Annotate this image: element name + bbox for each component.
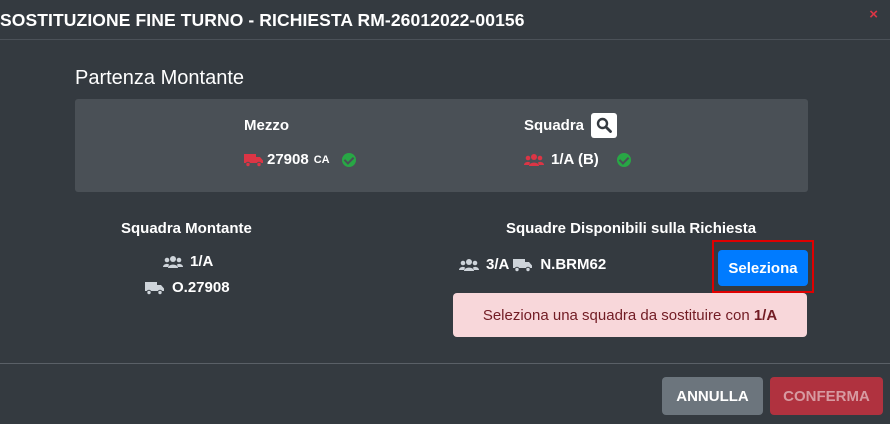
squadra-label: Squadra <box>524 117 585 134</box>
truck-icon <box>244 153 264 167</box>
search-button[interactable] <box>591 113 617 138</box>
selection-alert: Seleziona una squadra da sostituire con … <box>453 293 807 337</box>
close-icon[interactable]: × <box>869 6 878 23</box>
mezzo-label: Mezzo <box>244 117 289 134</box>
truck-icon <box>145 281 165 295</box>
section-title: Partenza Montante <box>75 67 244 89</box>
footer-divider <box>0 363 890 364</box>
mezzo-code: 27908 <box>267 151 309 168</box>
users-icon <box>459 258 479 272</box>
users-icon <box>163 255 183 269</box>
modal-header: SOSTITUZIONE FINE TURNO - RICHIESTA RM-2… <box>0 0 890 40</box>
montante-title: Squadra Montante <box>121 220 252 237</box>
partenza-info-panel: Mezzo 27908 CA Squadra 1/A (B) <box>75 99 808 192</box>
montante-squadra-row: 1/A <box>163 253 213 270</box>
montante-squadra: 1/A <box>190 253 214 270</box>
check-circle-icon <box>616 152 631 167</box>
montante-mezzo-row: O.27908 <box>145 279 230 296</box>
check-circle-icon <box>341 152 356 167</box>
alert-bold-squadra: 1/A <box>753 306 778 324</box>
mezzo-suffix: CA <box>313 153 330 166</box>
squadra-value-row: 1/A (B) <box>524 151 631 168</box>
cancel-button[interactable]: ANNULLA <box>662 377 763 415</box>
search-icon <box>596 117 612 133</box>
disponibili-mezzo: N.BRM62 <box>540 256 607 273</box>
disponibili-squadra: 3/A <box>486 256 510 273</box>
squadra-value: 1/A (B) <box>551 151 599 168</box>
seleziona-highlight: Seleziona <box>712 240 814 293</box>
truck-icon <box>513 258 533 272</box>
alert-text: Seleziona una squadra da sostituire con <box>482 306 754 324</box>
modal-title: SOSTITUZIONE FINE TURNO - RICHIESTA RM-2… <box>0 10 525 30</box>
disponibili-item: 3/A N.BRM62 <box>459 256 606 273</box>
mezzo-value-row: 27908 CA <box>244 151 356 168</box>
montante-mezzo: O.27908 <box>172 279 230 296</box>
disponibili-title: Squadre Disponibili sulla Richiesta <box>506 220 757 237</box>
users-icon <box>524 153 544 167</box>
confirm-button[interactable]: CONFERMA <box>770 377 883 415</box>
seleziona-button[interactable]: Seleziona <box>718 250 808 286</box>
